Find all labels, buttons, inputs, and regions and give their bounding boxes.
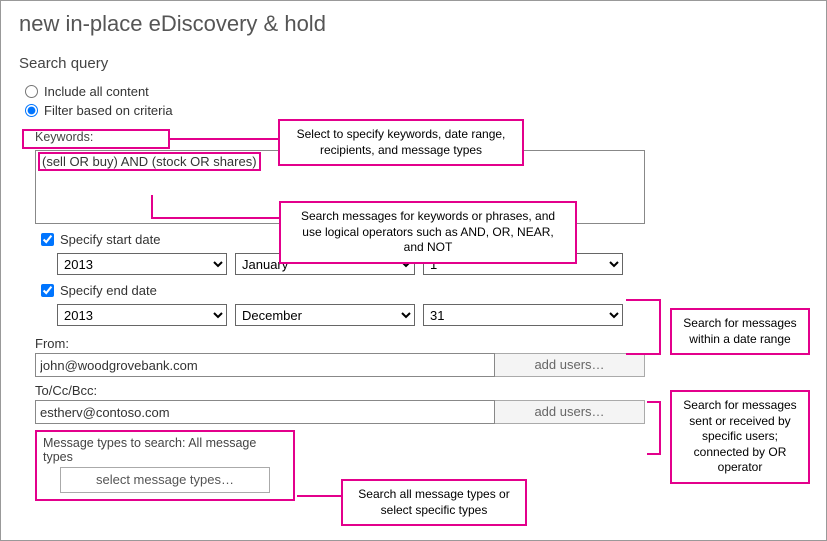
radio-filter-criteria-label: Filter based on criteria [44, 103, 173, 118]
select-start-year[interactable]: 2013 [57, 253, 227, 275]
add-users-from-button[interactable]: add users… [495, 353, 645, 377]
callout-users: Search for messages sent or received by … [670, 390, 810, 484]
message-types-section: Message types to search: All message typ… [35, 430, 295, 501]
callout-criteria: Select to specify keywords, date range, … [278, 119, 524, 166]
leader-date-v [659, 299, 661, 355]
select-end-day[interactable]: 31 [423, 304, 623, 326]
to-input[interactable] [35, 400, 495, 424]
page-title: new in-place eDiscovery & hold [1, 1, 826, 43]
leader-user-v [659, 401, 661, 455]
leader-date-top-h [626, 299, 661, 301]
from-input[interactable] [35, 353, 495, 377]
keywords-value: (sell OR buy) AND (stock OR shares) [38, 152, 261, 171]
select-end-month[interactable]: December [235, 304, 415, 326]
message-types-label: Message types to search: All message typ… [43, 436, 287, 467]
select-end-year[interactable]: 2013 [57, 304, 227, 326]
section-heading: Search query [1, 43, 826, 82]
callout-msgtypes: Search all message types or select speci… [341, 479, 527, 526]
leader-keywords-h [151, 217, 279, 219]
select-message-types-button[interactable]: select message types… [60, 467, 270, 493]
end-date-label: Specify end date [60, 283, 157, 298]
leader-msgtypes [297, 495, 341, 497]
leader-date-bot-h [626, 353, 661, 355]
leader-criteria [170, 138, 278, 140]
checkbox-start-date[interactable] [41, 233, 54, 246]
radio-include-all-label: Include all content [44, 84, 149, 99]
radio-include-all[interactable] [25, 85, 38, 98]
radio-filter-criteria[interactable] [25, 104, 38, 117]
leader-keywords-v [151, 195, 153, 217]
callout-keywords: Search messages for keywords or phrases,… [279, 201, 577, 264]
add-users-to-button[interactable]: add users… [495, 400, 645, 424]
checkbox-end-date[interactable] [41, 284, 54, 297]
start-date-label: Specify start date [60, 232, 160, 247]
callout-daterange: Search for messages within a date range [670, 308, 810, 355]
